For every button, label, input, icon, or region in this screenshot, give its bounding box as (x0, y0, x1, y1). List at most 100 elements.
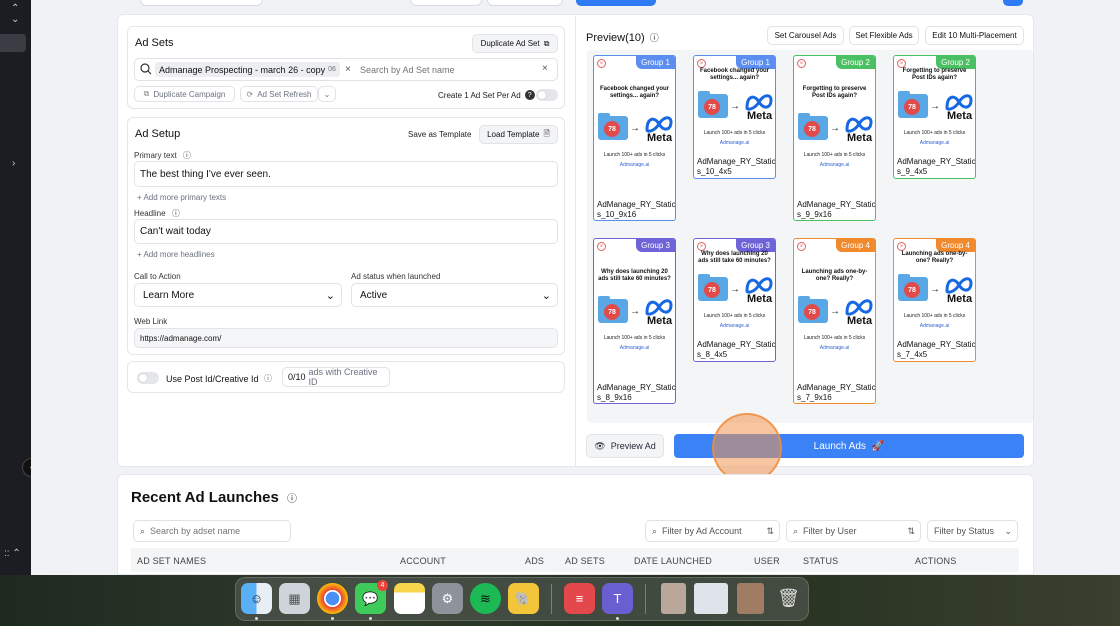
ad-set-search-input[interactable] (360, 63, 530, 77)
remove-ad-icon[interactable]: × (797, 242, 806, 251)
ad-preview-card[interactable]: Group 3 × Why does launching 20 ads still … (593, 238, 676, 404)
ad-status-select[interactable]: Active ⌄ (351, 283, 558, 307)
create-one-per-ad-toggle[interactable] (536, 89, 558, 101)
teams-icon[interactable]: T (602, 583, 633, 614)
add-headlines-link[interactable]: + Add more headlines (137, 250, 215, 259)
folder-icon: 78 (698, 91, 728, 118)
ad-file-name-line2: s_9_4x5 (897, 167, 928, 176)
remove-chip-icon[interactable]: × (345, 64, 351, 75)
remove-ad-icon[interactable]: × (897, 242, 906, 251)
folder-icon: 78 (898, 91, 928, 118)
remove-ad-icon[interactable]: × (697, 59, 706, 68)
save-as-template-button[interactable]: Save as Template (408, 130, 471, 139)
ad-preview-card[interactable]: Group 1 × Facebook changed your settings..… (593, 55, 676, 221)
window-thumbnail-icon[interactable] (694, 583, 728, 614)
primary-text-field[interactable]: The best thing I've ever seen. (134, 161, 558, 187)
top-primary-button[interactable] (576, 0, 656, 6)
load-template-button[interactable]: Load Template 🗎 (479, 125, 558, 144)
duplicate-campaign-button[interactable]: ⧉ Duplicate Campaign (134, 86, 235, 102)
create-one-per-ad-text: Create 1 Ad Set Per Ad (438, 90, 521, 100)
filter-user[interactable]: ⌕ Filter by User ⇅ (786, 520, 921, 542)
set-carousel-ads-button[interactable]: Set Carousel Ads (767, 26, 844, 45)
use-post-id-toggle[interactable] (137, 372, 159, 384)
group-badge: Group 3 (636, 239, 675, 252)
meta-logo-icon (745, 94, 773, 111)
web-link-field[interactable]: https://admanage.com/ (134, 328, 558, 348)
ad-preview-card[interactable]: Group 4 × Launching ads one-by-one? Really… (893, 238, 976, 362)
cta-select[interactable]: Learn More ⌄ (134, 283, 342, 307)
spotify-icon[interactable]: ≋ (470, 583, 501, 614)
set-flexible-ads-button[interactable]: Set Flexible Ads (849, 26, 919, 45)
window-thumbnail-icon[interactable] (737, 583, 764, 614)
chevron-right-icon[interactable]: › (12, 158, 15, 169)
ad-file-name: AdManage_RY_Static s_10_4x5 (697, 157, 775, 177)
col-account[interactable]: ACCOUNT (400, 556, 446, 566)
edit-multi-label: Edit 10 Multi-Placement (932, 31, 1017, 40)
launchpad-icon[interactable]: ▦ (279, 583, 310, 614)
info-icon[interactable]: ⓘ (172, 209, 180, 218)
window-thumbnail-icon[interactable] (661, 583, 686, 614)
headline-field[interactable]: Can't wait today (134, 219, 558, 244)
adset-name-search-input[interactable] (150, 526, 276, 536)
ad-meta-text: Meta (747, 110, 773, 122)
remove-ad-icon[interactable]: × (597, 59, 606, 68)
ad-brand: Admanage.ai (919, 323, 950, 329)
system-settings-icon[interactable]: ⚙ (432, 583, 463, 614)
col-ad-sets[interactable]: AD SETS (565, 556, 605, 566)
info-icon[interactable]: ⓘ (287, 494, 297, 505)
info-icon[interactable]: ⓘ (183, 151, 191, 160)
filter-ad-account[interactable]: ⌕ Filter by Ad Account ⇅ (645, 520, 780, 542)
remove-ad-icon[interactable]: × (897, 59, 906, 68)
arrow-right-icon: → (730, 284, 740, 295)
info-icon[interactable]: ⓘ (264, 373, 272, 384)
chrome-icon[interactable] (317, 583, 348, 614)
ad-preview-card[interactable]: Group 3 × Why does launching 20 ads still … (693, 238, 776, 362)
admanage-icon[interactable]: ≡ (564, 583, 595, 614)
remove-ad-icon[interactable]: × (797, 59, 806, 68)
remove-ad-icon[interactable]: × (597, 242, 606, 251)
finder-icon[interactable]: ☺ (241, 583, 272, 614)
ad-set-refresh-button[interactable]: ⟳ Ad Set Refresh (240, 86, 318, 102)
ad-preview-card[interactable]: Group 1 × Facebook changed your settings..… (693, 55, 776, 179)
col-date-launched[interactable]: DATE LAUNCHED (634, 556, 712, 566)
clear-search-icon[interactable]: × (542, 63, 548, 74)
sidebar-selected-item[interactable] (0, 34, 26, 52)
top-right-button[interactable] (1003, 0, 1023, 6)
duplicate-ad-set-button[interactable]: Duplicate Ad Set ⧉ (472, 34, 558, 53)
top-dropdown[interactable] (140, 0, 263, 6)
info-icon[interactable]: ⓘ (650, 33, 659, 43)
filter-ad-account-label: Filter by Ad Account (662, 526, 742, 536)
running-indicator (331, 617, 334, 620)
selected-ad-set-chip[interactable]: Admanage Prospecting - march 26 - copy 0… (155, 62, 340, 77)
ad-file-name-line2: s_10_9x16 (597, 210, 637, 219)
col-status[interactable]: STATUS (803, 556, 838, 566)
edit-multi-placement-button[interactable]: Edit 10 Multi-Placement (925, 26, 1024, 45)
ad-artwork: 78 → Meta (698, 273, 773, 305)
col-ad-set-names[interactable]: AD SET NAMES (137, 556, 206, 566)
meta-logo-icon (645, 299, 673, 316)
ad-headline: Forgetting to preserve Post IDs again? (802, 86, 867, 99)
col-ads[interactable]: ADS (525, 556, 544, 566)
preview-ad-button[interactable]: 👁 Preview Ad (586, 434, 664, 458)
cyberduck-icon[interactable]: 🐘 (508, 583, 539, 614)
filter-status[interactable]: Filter by Status ⌄ (927, 520, 1018, 542)
ad-preview-card[interactable]: Group 2 × Forgetting to preserve Post IDs … (793, 55, 876, 221)
remove-ad-icon[interactable]: × (697, 242, 706, 251)
meta-logo-icon (845, 116, 873, 133)
ad-preview-card[interactable]: Group 4 × Launching ads one-by-one? Really… (793, 238, 876, 404)
help-icon[interactable]: ? (524, 90, 535, 100)
refresh-options-dropdown[interactable]: ⌄ (318, 86, 336, 102)
col-user[interactable]: USER (754, 556, 780, 566)
chevron-down-icon: ⌄ (541, 289, 551, 302)
sidebar-bottom-switch-icon[interactable]: :: ⌃ (4, 548, 21, 559)
add-primary-texts-link[interactable]: + Add more primary texts (137, 193, 226, 202)
ad-badge: 78 (904, 282, 920, 298)
notes-icon[interactable] (394, 583, 425, 614)
ad-preview-card[interactable]: Group 2 × Forgetting to preserve Post IDs … (893, 55, 976, 179)
top-toggle-group[interactable] (410, 0, 482, 6)
trash-icon[interactable]: 🗑 (773, 583, 804, 614)
adset-name-search[interactable]: ⌕ (133, 520, 291, 542)
top-filter[interactable] (487, 0, 563, 6)
col-actions[interactable]: ACTIONS (915, 556, 956, 566)
chevron-updown-icon[interactable]: ⌃ ⌄ (11, 3, 19, 25)
